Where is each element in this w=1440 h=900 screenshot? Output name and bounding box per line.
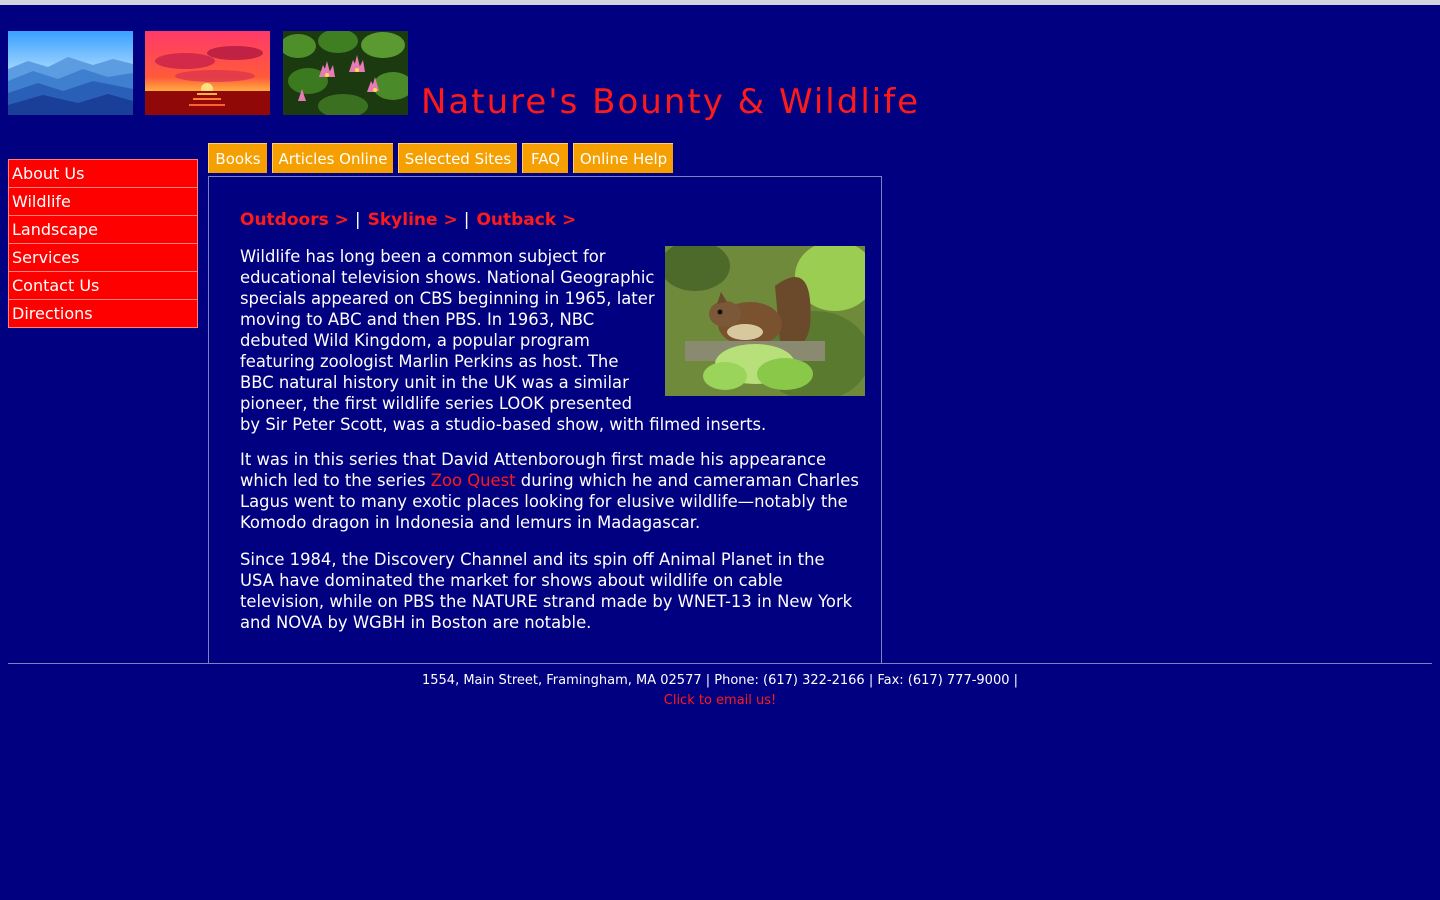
sidebar-item-wildlife[interactable]: Wildlife xyxy=(9,188,197,216)
text-fragment: during which he and cameraman Charles xyxy=(515,471,859,490)
site-title: Nature's Bounty & Wildlife xyxy=(421,82,921,122)
breadcrumb-outback[interactable]: Outback > xyxy=(476,210,576,230)
text-line: by Sir Peter Scott, was a studio-based s… xyxy=(240,415,767,434)
water-lilies-image xyxy=(283,31,408,115)
footer-divider xyxy=(8,663,1432,664)
text-line: USA have dominated the market for shows … xyxy=(240,571,783,590)
email-link[interactable]: Click to email us! xyxy=(664,693,777,708)
text-line: pioneer, the first wildlife series LOOK … xyxy=(240,394,632,413)
main-content: Outdoors > | Skyline > | Outback > Wildlife … xyxy=(208,176,882,663)
text-line: specials appeared on CBS beginning in 19… xyxy=(240,289,655,308)
text-fragment: which led to the series xyxy=(240,471,431,490)
tab-selected-sites[interactable]: Selected Sites xyxy=(398,143,517,173)
top-border xyxy=(0,0,1440,5)
sidebar-item-contact-us[interactable]: Contact Us xyxy=(9,272,197,300)
breadcrumb-skyline[interactable]: Skyline > xyxy=(368,210,458,230)
text-line: and NOVA by WGBH in Boston are notable. xyxy=(240,613,592,632)
breadcrumb: Outdoors > | Skyline > | Outback > xyxy=(240,210,576,230)
tab-online-help[interactable]: Online Help xyxy=(573,143,673,173)
sidebar-item-directions[interactable]: Directions xyxy=(9,300,197,327)
text-line: Wildlife has long been a common subject … xyxy=(240,247,606,266)
breadcrumb-separator: | xyxy=(463,210,470,230)
red-sunset-image xyxy=(145,31,270,115)
zoo-quest-link[interactable]: Zoo Quest xyxy=(431,471,516,490)
text-line: BBC natural history unit in the UK was a… xyxy=(240,373,629,392)
tab-faq[interactable]: FAQ xyxy=(522,143,568,173)
tab-books[interactable]: Books xyxy=(208,143,267,173)
breadcrumb-outdoors[interactable]: Outdoors > xyxy=(240,210,349,230)
text-line: Komodo dragon in Indonesia and lemurs in… xyxy=(240,513,701,532)
text-line: educational television shows. National G… xyxy=(240,268,655,287)
article-paragraph-2: It was in this series that David Attenbo… xyxy=(240,449,870,533)
text-line: Lagus went to many exotic places looking… xyxy=(240,492,848,511)
text-line: debuted Wild Kingdom, a popular program xyxy=(240,331,590,350)
article-paragraph-1: Wildlife has long been a common subject … xyxy=(240,246,870,435)
blue-mountains-image xyxy=(8,31,133,115)
sidebar-nav: About Us Wildlife Landscape Services Con… xyxy=(8,159,198,328)
article-paragraph-3: Since 1984, the Discovery Channel and it… xyxy=(240,549,870,633)
text-line: Since 1984, the Discovery Channel and it… xyxy=(240,550,825,569)
text-line: featuring zoologist Marlin Perkins as ho… xyxy=(240,352,619,371)
breadcrumb-separator: | xyxy=(354,210,361,230)
text-line: television, while on PBS the NATURE stra… xyxy=(240,592,853,611)
text-line: It was in this series that David Attenbo… xyxy=(240,450,827,469)
tab-articles-online[interactable]: Articles Online xyxy=(272,143,393,173)
footer-email: Click to email us! xyxy=(0,693,1440,708)
sidebar-item-landscape[interactable]: Landscape xyxy=(9,216,197,244)
footer-address: 1554, Main Street, Framingham, MA 02577 … xyxy=(421,673,1018,688)
text-line: moving to ABC and then PBS. In 1963, NBC xyxy=(240,310,595,329)
text-line: which led to the series Zoo Quest during… xyxy=(240,470,870,491)
sidebar-item-services[interactable]: Services xyxy=(9,244,197,272)
sidebar-item-about-us[interactable]: About Us xyxy=(9,160,197,188)
